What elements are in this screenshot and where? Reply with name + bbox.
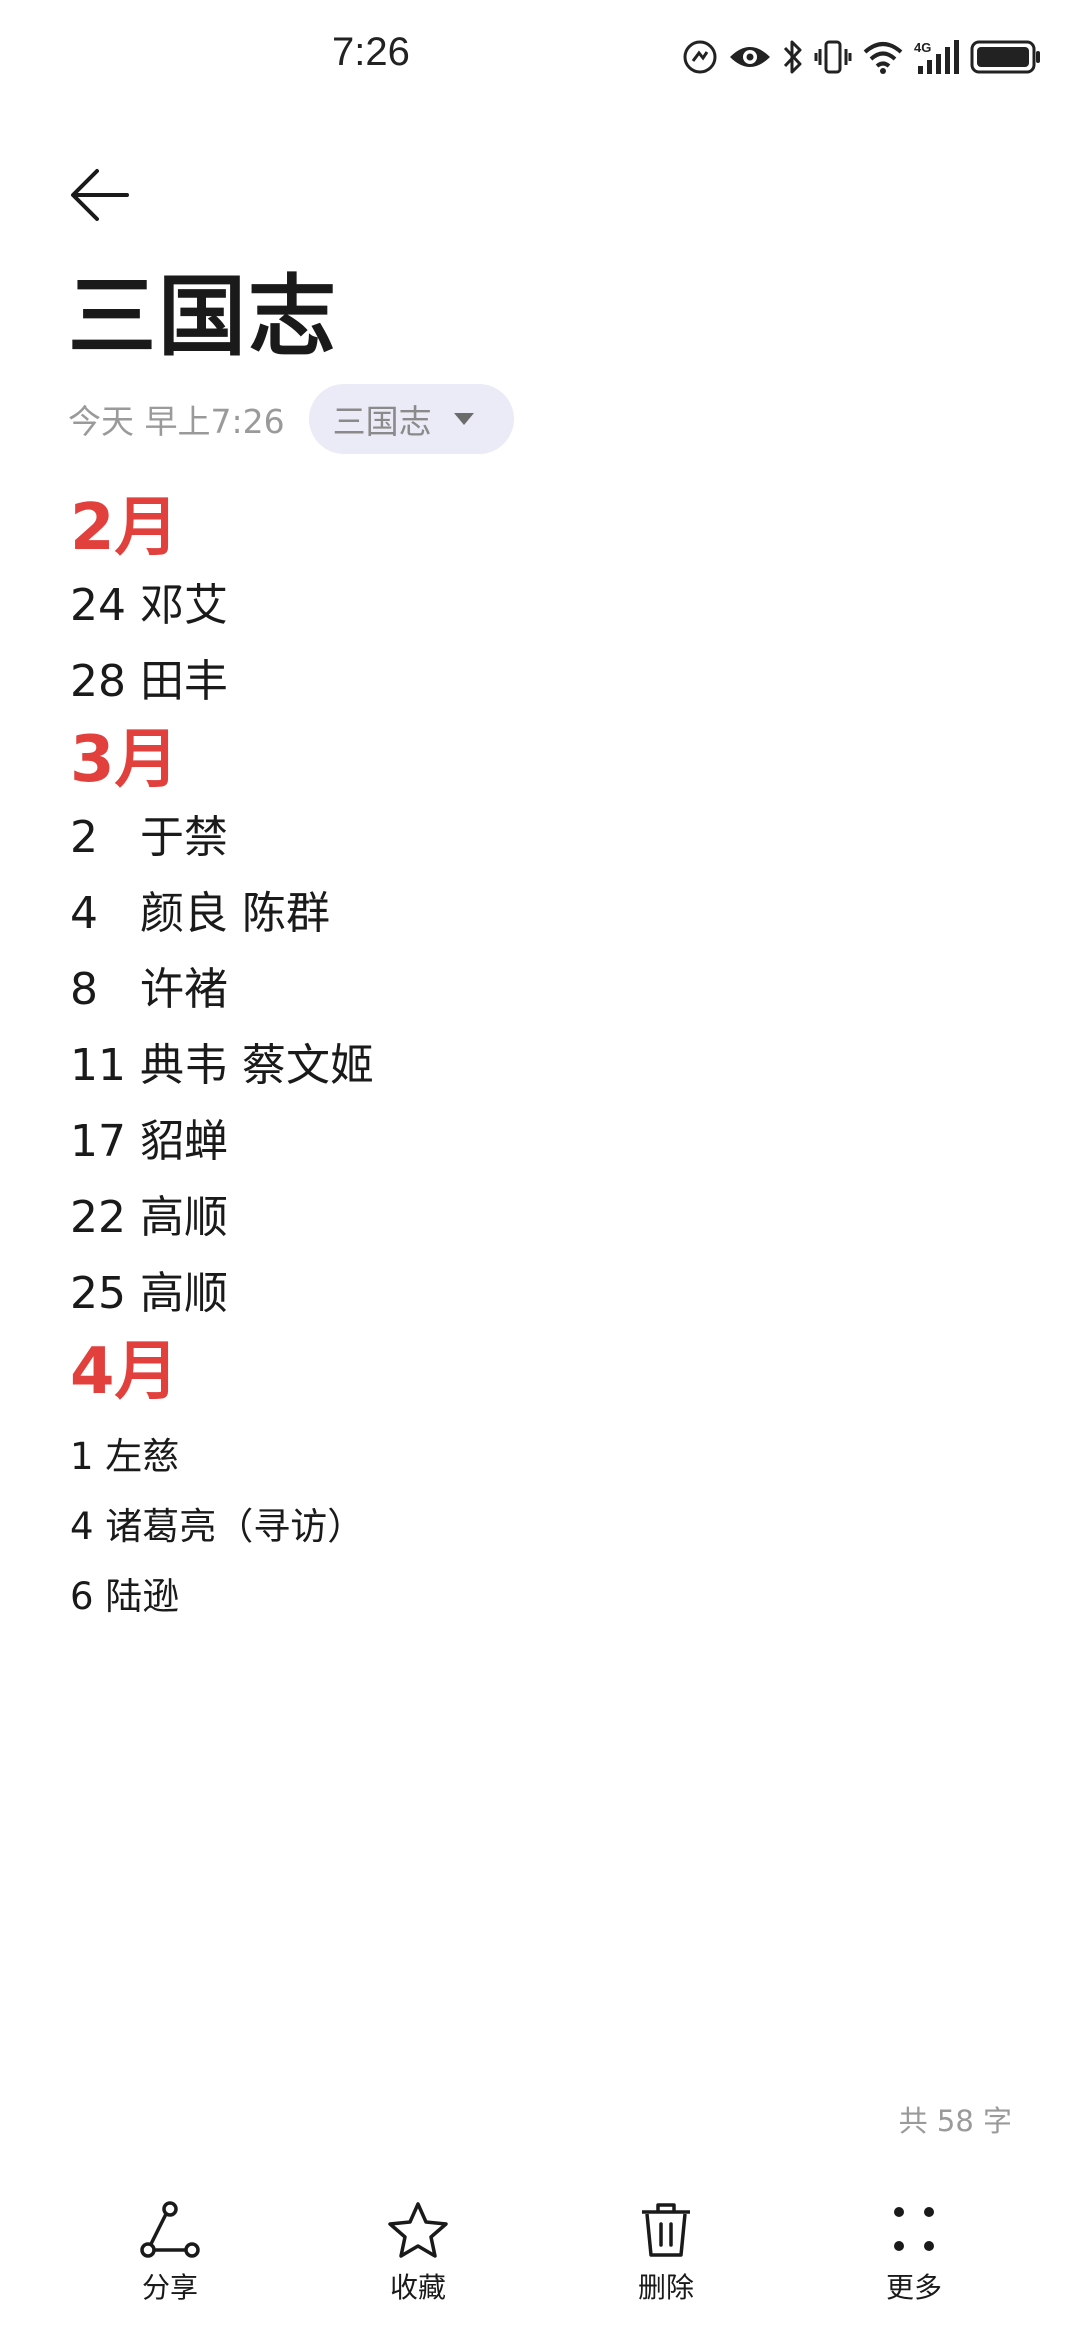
more-button[interactable]: 更多 (834, 2200, 994, 2306)
month-heading: 3月 (70, 723, 179, 797)
list-item: 17 貂蝉 (70, 1116, 228, 1167)
signal-4g-icon: 4G (914, 40, 959, 74)
list-item: 28 田丰 (70, 656, 228, 707)
share-button[interactable]: 分享 (90, 2200, 250, 2306)
dropdown-triangle-icon (453, 413, 474, 425)
note-title[interactable]: 三国志 (68, 262, 338, 372)
bottom-toolbar: 分享 收藏 删除 更多 (0, 2190, 1080, 2338)
list-item: 11 典韦 蔡文姬 (70, 1040, 374, 1091)
network-type-label: 4G (914, 40, 931, 55)
status-icons: 4G (682, 34, 1042, 80)
list-item: 24 邓艾 (70, 580, 228, 631)
list-item: 4 颜良 陈群 (70, 888, 330, 939)
folder-name: 三国志 (332, 402, 432, 441)
word-count: 共 58 字 (898, 2104, 1012, 2138)
list-item: 8 许褚 (70, 964, 228, 1015)
month-heading: 4月 (70, 1335, 179, 1409)
back-button[interactable] (60, 155, 140, 235)
list-item: 6 陆逊 (70, 1575, 180, 1618)
list-item: 22 高顺 (70, 1192, 228, 1243)
share-label: 分享 (141, 2271, 198, 2304)
more-dots-icon (894, 2207, 934, 2251)
wifi-icon (863, 42, 903, 74)
list-item: 4 诸葛亮（寻访） (70, 1505, 365, 1548)
month-heading: 2月 (70, 491, 179, 565)
delete-label: 删除 (637, 2271, 694, 2304)
note-meta: 今天 早上7:26 三国志 (68, 384, 514, 454)
favorite-label: 收藏 (389, 2271, 446, 2304)
star-icon (388, 2202, 448, 2258)
folder-selector[interactable]: 三国志 (308, 384, 514, 454)
bluetooth-icon (783, 40, 802, 74)
list-item: 25 高顺 (70, 1268, 228, 1319)
list-item: 1 左慈 (70, 1435, 180, 1478)
share-icon (140, 2201, 200, 2258)
note-timestamp: 今天 早上7:26 (68, 402, 285, 441)
status-time: 7:26 (332, 30, 410, 74)
note-body[interactable]: 2月 24 邓艾 28 田丰 3月 2 于禁 4 颜良 陈群 8 许褚 11 典… (70, 488, 1010, 1632)
battery-icon (970, 40, 1040, 74)
list-item: 2 于禁 (70, 812, 228, 863)
more-label: 更多 (885, 2271, 942, 2304)
arrow-left-icon (71, 169, 129, 221)
favorite-button[interactable]: 收藏 (338, 2200, 498, 2306)
vibrate-icon (814, 40, 852, 74)
delete-button[interactable]: 删除 (586, 2200, 746, 2306)
eye-comfort-icon (730, 47, 770, 67)
status-bar: 7:26 4G (0, 0, 1080, 120)
trash-icon (642, 2203, 690, 2257)
hd-call-icon (683, 40, 717, 74)
